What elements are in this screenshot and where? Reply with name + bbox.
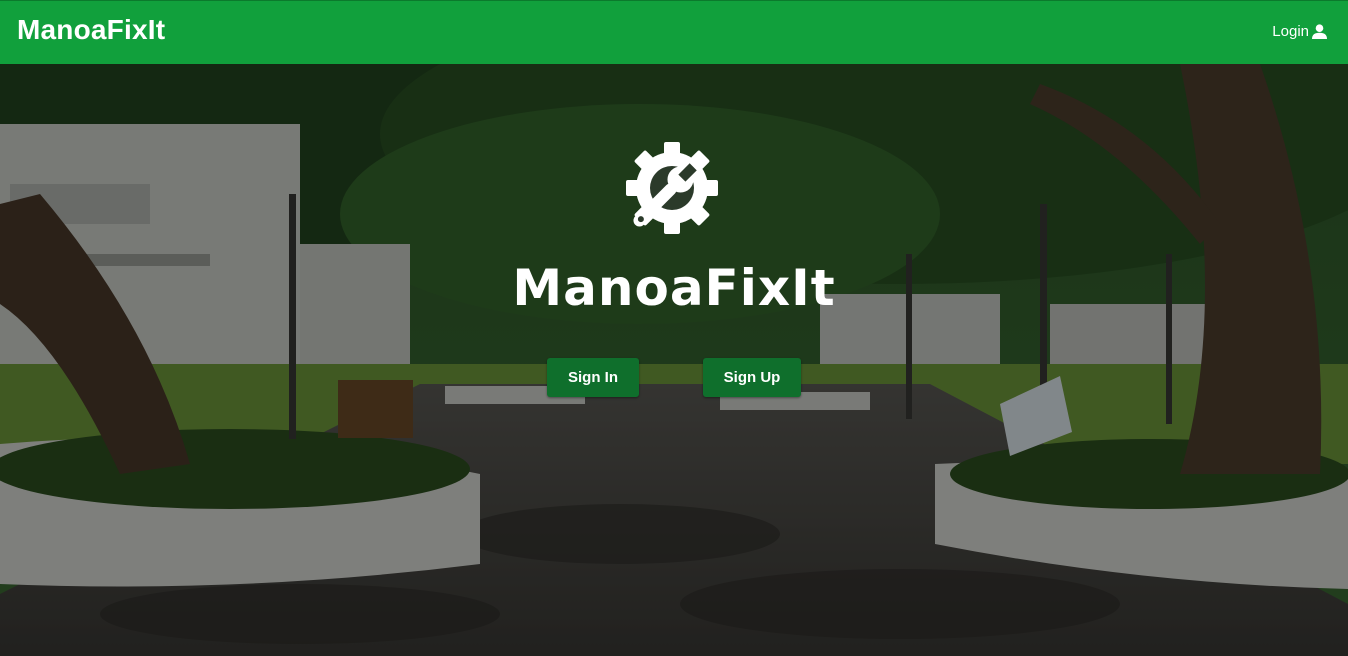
landing-page: ManoaFixIt Login ManoaFixIt Sign In Sign… [0, 0, 1348, 656]
center-logo: ManoaFixIt [0, 140, 1348, 316]
user-icon [1312, 24, 1327, 39]
login-link[interactable]: Login [1272, 23, 1328, 40]
sign-up-button[interactable]: Sign Up [703, 358, 801, 397]
brand-logo-link[interactable]: ManoaFixIt [17, 14, 165, 46]
logo-title: ManoaFixIt [512, 259, 836, 317]
gear-wrench-icon [626, 142, 718, 234]
sign-in-button[interactable]: Sign In [547, 358, 639, 397]
top-navbar: ManoaFixIt Login [0, 0, 1348, 64]
login-label: Login [1272, 23, 1309, 40]
